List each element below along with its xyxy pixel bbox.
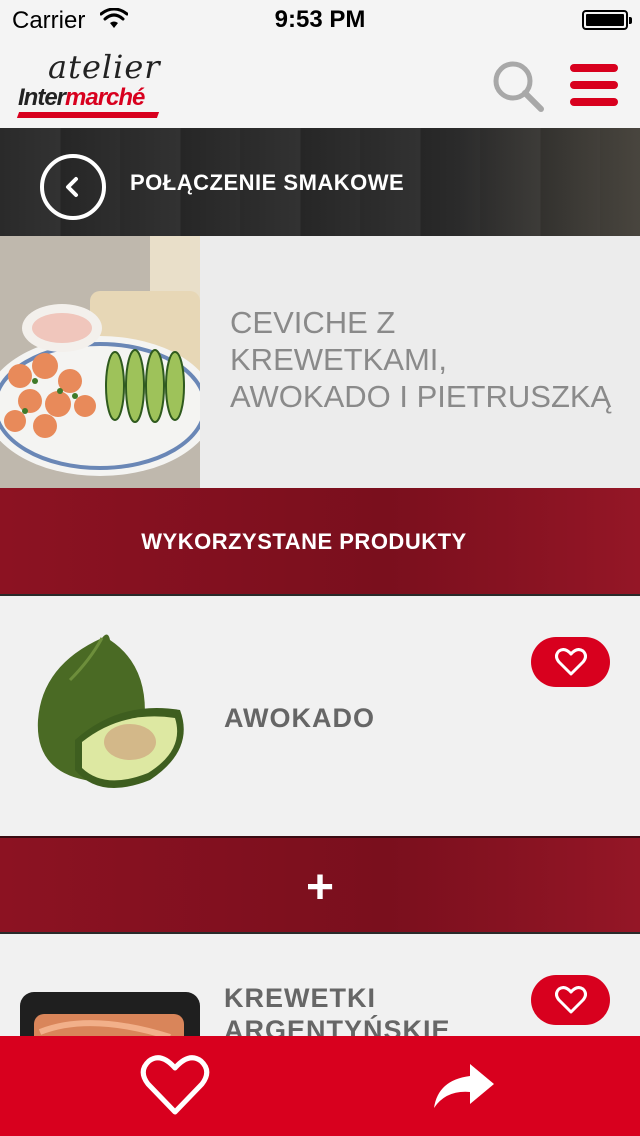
- heart-outline-icon: [555, 986, 587, 1014]
- logo-brand-part1: Inter: [18, 84, 66, 111]
- avocado-image: [37, 634, 184, 788]
- top-nav-bar: atelier Intermarché: [0, 40, 640, 129]
- favorite-button[interactable]: [531, 975, 610, 1025]
- chevron-left-icon: [66, 177, 78, 197]
- page-title: POŁĄCZENIE SMAKOWE: [130, 170, 405, 195]
- heart-outline-icon[interactable]: [140, 1054, 210, 1116]
- products-section-title: WYKORZYSTANE PRODUKTY: [141, 529, 467, 554]
- share-arrow-icon[interactable]: [432, 1062, 496, 1112]
- status-time: 9:53 PM: [274, 6, 366, 33]
- recipe-title-line: AWOKADO I PIETRUSZKĄ: [230, 379, 612, 414]
- plus-symbol: +: [305, 861, 335, 914]
- recipe-title-line: KREWETKAMI,: [230, 342, 448, 377]
- favorite-button[interactable]: [531, 637, 610, 687]
- products-section-header: WYKORZYSTANE PRODUKTY: [0, 488, 640, 594]
- recipe-photo: [0, 236, 200, 488]
- logo-atelier-text: atelier: [48, 48, 161, 86]
- bottom-toolbar: [0, 1036, 640, 1136]
- section-header: POŁĄCZENIE SMAKOWE: [0, 128, 640, 236]
- recipe-title-line: CEVICHE Z: [230, 305, 396, 340]
- status-bar: Carrier 9:53 PM: [0, 0, 640, 40]
- back-button[interactable]: [40, 154, 106, 220]
- product-name-line: KREWETKI: [224, 983, 376, 1013]
- logo-brand-part2: marché: [65, 84, 145, 111]
- product-name: AWOKADO: [224, 703, 375, 733]
- battery-icon: [582, 10, 632, 30]
- logo-underline: [16, 112, 160, 118]
- product-card[interactable]: AWOKADO: [0, 594, 640, 838]
- plus-separator: +: [0, 836, 640, 934]
- hamburger-menu-icon[interactable]: [570, 62, 622, 108]
- recipe-title: CEVICHE Z KREWETKAMI, AWOKADO I PIETRUSZ…: [230, 304, 630, 415]
- logo-brand-text: Intermarché: [18, 84, 145, 112]
- recipe-card[interactable]: CEVICHE Z KREWETKAMI, AWOKADO I PIETRUSZ…: [0, 236, 640, 488]
- intermarche-logo[interactable]: atelier Intermarché: [16, 48, 163, 120]
- search-icon[interactable]: [490, 58, 546, 114]
- heart-outline-icon: [555, 648, 587, 676]
